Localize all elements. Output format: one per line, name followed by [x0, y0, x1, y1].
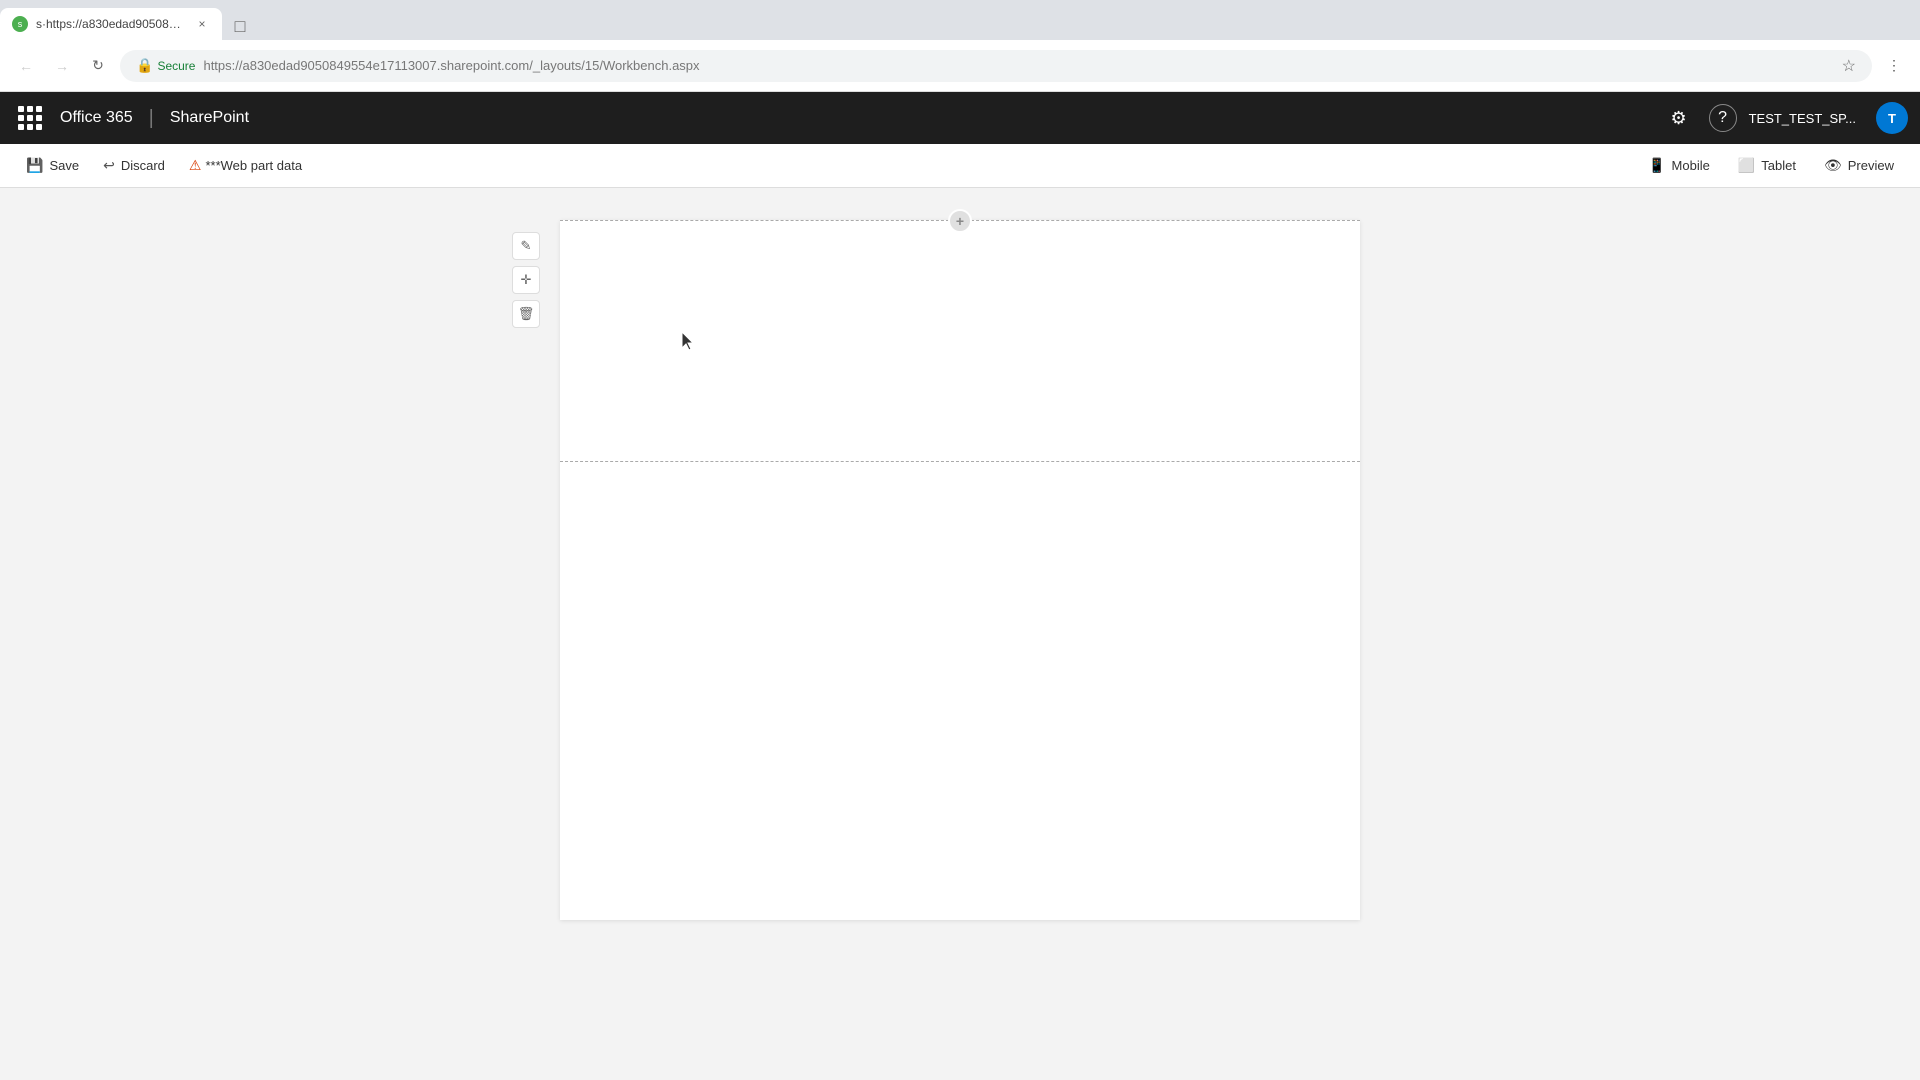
waffle-icon [18, 106, 42, 130]
url-bar[interactable]: 🔒 Secure https://a830edad9050849554e1711… [120, 50, 1872, 82]
tab-title: s·https://a830edad9050849554e17113007.sh… [36, 17, 186, 31]
app-launcher-button[interactable] [12, 100, 48, 136]
toolbar: 💾 Save ↩ Discard ⚠ ***Web part data 📱 Mo… [0, 144, 1920, 188]
address-bar: ← → ↻ 🔒 Secure https://a830edad905084955… [0, 40, 1920, 92]
main-content: ✎ ✛ 🗑 + [0, 188, 1920, 1080]
canvas-empty-space[interactable] [560, 462, 1360, 702]
new-tab-button[interactable]: □ [226, 12, 254, 40]
mobile-view-button[interactable]: 📱 Mobile [1638, 153, 1720, 178]
delete-webpart-button[interactable]: 🗑 [512, 300, 540, 328]
secure-badge: 🔒 Secure [136, 57, 195, 74]
tab-favicon: s [12, 16, 28, 32]
tablet-view-button[interactable]: ⬜ Tablet [1728, 153, 1806, 178]
more-options-button[interactable]: ⋮ [1880, 52, 1908, 80]
add-icon: + [956, 214, 964, 228]
forward-button[interactable]: → [48, 52, 76, 80]
move-webpart-button[interactable]: ✛ [512, 266, 540, 294]
warning-button[interactable]: ⚠ ***Web part data [179, 153, 312, 178]
nav-divider: | [149, 107, 154, 130]
discard-label: Discard [121, 158, 165, 173]
settings-button[interactable]: ⚙ [1661, 100, 1697, 136]
app-navbar: Office 365 | SharePoint ⚙ ? TEST_TEST_SP… [0, 92, 1920, 144]
preview-label: Preview [1848, 158, 1894, 173]
tablet-label: Tablet [1761, 158, 1796, 173]
delete-icon: 🗑 [518, 306, 535, 322]
help-button[interactable]: ? [1709, 104, 1737, 132]
tablet-icon: ⬜ [1738, 157, 1755, 174]
save-icon: 💾 [26, 157, 43, 174]
browser-tab-bar: s s·https://a830edad9050849554e17113007.… [0, 0, 1920, 40]
user-avatar[interactable]: T [1876, 102, 1908, 134]
warning-text: ***Web part data [205, 158, 302, 173]
discard-button[interactable]: ↩ Discard [93, 153, 175, 178]
save-label: Save [49, 158, 79, 173]
warning-icon: ⚠ [189, 157, 202, 174]
move-icon: ✛ [521, 272, 532, 288]
webpart-content-area[interactable] [560, 221, 1360, 461]
url-domain: https://a830edad9050849554e17113007.shar… [203, 58, 532, 73]
preview-button[interactable]: 👁 Preview [1814, 153, 1904, 178]
edit-icon: ✎ [521, 238, 532, 254]
user-name: TEST_TEST_SP... [1749, 111, 1856, 126]
bookmark-button[interactable]: ☆ [1842, 56, 1856, 76]
url-path: _layouts/15/Workbench.aspx [533, 58, 700, 73]
url-text: https://a830edad9050849554e17113007.shar… [203, 58, 1833, 73]
save-button[interactable]: 💾 Save [16, 153, 89, 178]
discard-icon: ↩ [103, 157, 115, 174]
toolbar-right: 📱 Mobile ⬜ Tablet 👁 Preview [1638, 153, 1904, 178]
reload-button[interactable]: ↻ [84, 52, 112, 80]
back-button[interactable]: ← [12, 52, 40, 80]
add-webpart-button[interactable]: + [948, 209, 972, 233]
edit-webpart-button[interactable]: ✎ [512, 232, 540, 260]
tab-close-button[interactable]: × [194, 16, 210, 32]
mobile-label: Mobile [1672, 158, 1710, 173]
lock-icon: 🔒 [136, 57, 153, 74]
secure-label: Secure [157, 59, 195, 73]
active-tab[interactable]: s s·https://a830edad9050849554e17113007.… [0, 8, 222, 40]
app-title: Office 365 [60, 109, 133, 127]
app-subtitle: SharePoint [170, 109, 249, 127]
browser-actions: ⋮ [1880, 52, 1908, 80]
canvas-wrapper: ✎ ✛ 🗑 + [0, 188, 1920, 1080]
preview-icon: 👁 [1824, 157, 1842, 174]
canvas: ✎ ✛ 🗑 + [560, 220, 1360, 920]
mobile-icon: 📱 [1648, 157, 1665, 174]
